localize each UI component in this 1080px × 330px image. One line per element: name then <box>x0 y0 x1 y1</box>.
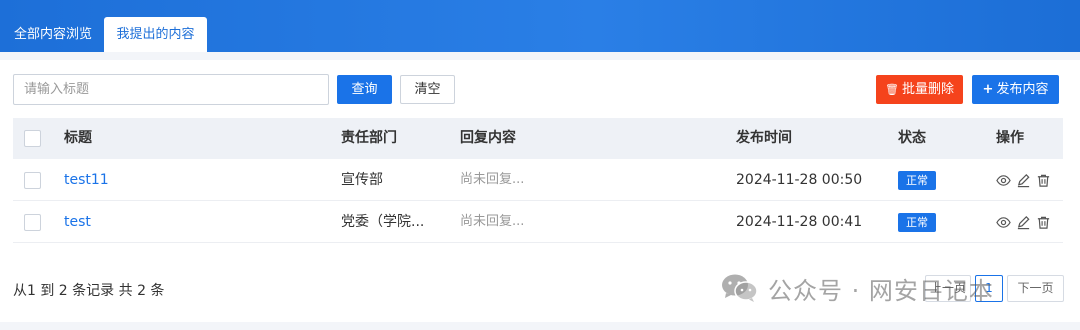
table-row: test 党委（学院... 尚未回复... 2024-11-28 00:41 正… <box>13 201 1063 243</box>
publish-button[interactable]: + 发布内容 <box>972 75 1059 104</box>
top-bar: 全部内容浏览 我提出的内容 <box>0 0 1080 52</box>
plus-icon: + <box>982 82 994 97</box>
table-header: 标题 责任部门 回复内容 发布时间 状态 操作 <box>13 118 1063 159</box>
row-reply: 尚未回复... <box>460 172 525 187</box>
query-button[interactable]: 查询 <box>337 75 392 104</box>
row-title-link[interactable]: test <box>64 201 91 243</box>
status-badge: 正常 <box>898 213 936 232</box>
header-actions: 操作 <box>996 130 1024 146</box>
row-publish-time: 2024-11-28 00:50 <box>736 172 863 188</box>
select-all-checkbox[interactable] <box>24 130 41 147</box>
trash-icon[interactable] <box>1036 215 1051 230</box>
page-number-current[interactable]: 1 <box>975 275 1003 302</box>
table-row: test11 宣传部 尚未回复... 2024-11-28 00:50 正常 <box>13 159 1063 201</box>
trash-icon: 🗑 <box>885 83 899 96</box>
row-title-link[interactable]: test11 <box>64 159 109 201</box>
edit-icon[interactable] <box>1016 215 1031 230</box>
row-actions <box>996 173 1051 189</box>
header-title: 标题 <box>64 130 92 146</box>
tab-browse-all[interactable]: 全部内容浏览 <box>2 17 104 52</box>
prev-page-button[interactable]: 上一页 <box>925 275 971 302</box>
eye-icon[interactable] <box>996 173 1011 188</box>
row-actions <box>996 215 1051 231</box>
next-page-button[interactable]: 下一页 <box>1007 275 1064 302</box>
title-search-input[interactable] <box>13 74 329 105</box>
row-department: 宣传部 <box>341 172 383 188</box>
trash-icon[interactable] <box>1036 173 1051 188</box>
header-reply: 回复内容 <box>460 130 516 146</box>
row-reply: 尚未回复... <box>460 214 525 229</box>
batch-delete-button[interactable]: 🗑 批量删除 <box>876 75 963 104</box>
header-publish-time: 发布时间 <box>736 130 792 146</box>
record-summary: 从1 到 2 条记录 共 2 条 <box>13 283 165 299</box>
status-badge: 正常 <box>898 171 936 190</box>
row-department: 党委（学院... <box>341 214 425 230</box>
row-publish-time: 2024-11-28 00:41 <box>736 214 863 230</box>
row-checkbox[interactable] <box>24 172 41 189</box>
header-department: 责任部门 <box>341 130 397 146</box>
batch-delete-label: 批量删除 <box>901 82 954 97</box>
tab-my-submissions[interactable]: 我提出的内容 <box>104 17 207 52</box>
eye-icon[interactable] <box>996 215 1011 230</box>
row-checkbox[interactable] <box>24 214 41 231</box>
publish-label: 发布内容 <box>996 82 1049 97</box>
clear-button[interactable]: 清空 <box>400 75 455 104</box>
header-status: 状态 <box>898 130 926 146</box>
edit-icon[interactable] <box>1016 173 1031 188</box>
